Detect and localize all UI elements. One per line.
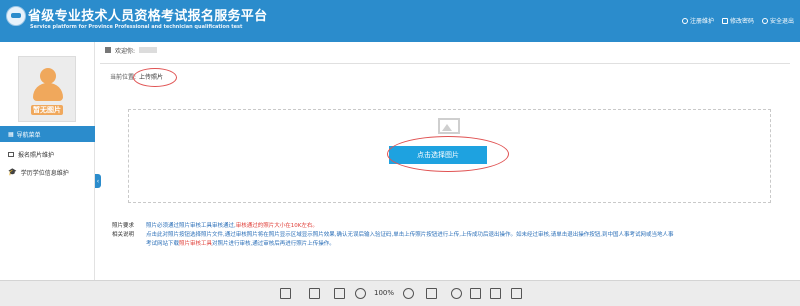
notes-labels: 照片要求 相关说明 — [112, 222, 138, 240]
page-subtitle: Service platform for Province Profession… — [30, 24, 243, 30]
sidebar: 暂无图片 ▦ 导航菜单 报名照片维护 🎓 学历学位信息维护 — [0, 42, 95, 280]
notes-line-3: 考试网站下载照片审核工具对照片进行审核,通过审核后再进行照片上传操作。 — [146, 240, 766, 249]
zoom-in-icon[interactable] — [403, 288, 414, 299]
fullscreen-icon[interactable] — [309, 288, 320, 299]
fit-icon[interactable] — [280, 288, 291, 299]
page-title: 省级专业技术人员资格考试报名服务平台 — [28, 9, 268, 24]
menu-icon: ▦ — [8, 130, 14, 138]
avatar-head-shape — [40, 68, 56, 84]
crop-tool-icon[interactable] — [490, 288, 501, 299]
sidebar-item-photo[interactable]: 报名照片维护 — [0, 147, 95, 161]
viewer-toolbar: 100% — [0, 280, 800, 306]
nav-menu-title: 导航菜单 — [16, 131, 41, 139]
notes-label-instructions: 相关说明 — [112, 232, 135, 238]
upload-drop-area[interactable]: 点击选择图片 — [128, 109, 771, 203]
info-icon — [681, 17, 688, 24]
change-password-label: 修改密码 — [729, 18, 754, 25]
notes-label-requirements: 照片要求 — [112, 223, 135, 229]
crop-icon[interactable] — [334, 288, 345, 299]
divider — [100, 63, 790, 64]
graduation-cap-icon: 🎓 — [8, 168, 17, 176]
notes-text-segment: 考试网站下载 — [146, 241, 180, 247]
logout-label: 安全退出 — [769, 18, 794, 25]
notes-line-2: 点击此对照片按钮选择照片文件,通过审核照片将在照片显示区域显示照片效果,确认无误… — [146, 232, 674, 238]
logout-link[interactable]: 安全退出 — [761, 16, 794, 25]
header-links: 注册维护 修改密码 安全退出 — [681, 16, 794, 25]
welcome-bar: 欢迎你: — [105, 43, 789, 57]
edit-icon[interactable] — [470, 288, 481, 299]
change-password-link[interactable]: 修改密码 — [721, 16, 754, 25]
app-window: 省级专业技术人员资格考试报名服务平台 Service platform for … — [0, 0, 800, 306]
notes-text: 照片必须通过照片审核工具审核通过,审核通过的照片大小在10K左右。 点击此对照片… — [146, 222, 766, 249]
zoom-out-icon[interactable] — [355, 288, 366, 299]
sidebar-collapse-button[interactable]: ‹ — [95, 174, 101, 188]
review-tool-link[interactable]: 照片审核工具 — [179, 241, 212, 247]
notes-text-segment: 对照片进行审核,通过审核后再进行照片上传操作。 — [212, 241, 335, 247]
sidebar-item-label: 报名照片维护 — [18, 151, 55, 159]
power-icon — [761, 17, 768, 24]
rotate-icon[interactable] — [451, 288, 462, 299]
welcome-label: 欢迎你: — [115, 47, 136, 55]
sidebar-item-label: 学历学位信息维护 — [20, 169, 69, 177]
image-icon — [8, 151, 14, 157]
avatar-body-shape — [33, 83, 63, 101]
avatar: 暂无图片 — [18, 56, 76, 122]
nav-menu-header: ▦ 导航菜单 — [0, 126, 95, 142]
notes-line-1: 照片必须通过照片审核工具审核通过,审核通过的照片大小在10K左右。 — [146, 222, 766, 231]
edit-icon — [721, 17, 728, 24]
annotation-circle — [133, 68, 177, 87]
register-maintain-link[interactable]: 注册维护 — [681, 16, 714, 25]
notes-text-highlight: 审核通过的照片大小在10K左右。 — [235, 223, 318, 229]
annotation-circle — [387, 136, 509, 172]
bank-icon — [105, 47, 111, 53]
avatar-placeholder-label: 暂无图片 — [31, 105, 63, 115]
username-redacted — [139, 47, 158, 53]
register-maintain-label: 注册维护 — [689, 18, 714, 25]
app-header: 省级专业技术人员资格考试报名服务平台 Service platform for … — [0, 0, 800, 42]
zoom-level: 100% — [374, 289, 395, 297]
sidebar-item-education[interactable]: 🎓 学历学位信息维护 — [0, 165, 95, 179]
actual-size-icon[interactable] — [426, 288, 437, 299]
image-placeholder-icon — [438, 118, 460, 134]
platform-logo — [6, 6, 26, 26]
notes-text-segment: 照片必须通过照片审核工具审核通过, — [146, 223, 236, 229]
download-icon[interactable] — [511, 288, 522, 299]
